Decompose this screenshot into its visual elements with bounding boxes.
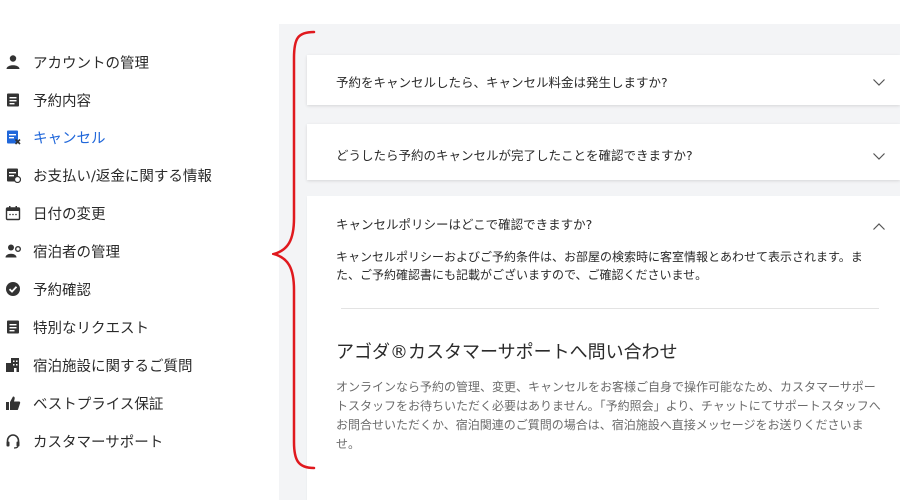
sidebar-item-label: ベストプライス保証	[33, 396, 164, 413]
sidebar-item-account[interactable]: アカウントの管理	[5, 47, 149, 77]
sidebar-item-customer-support[interactable]: カスタマーサポート	[5, 426, 163, 456]
person-icon	[5, 54, 21, 70]
building-icon	[5, 357, 21, 373]
sidebar-item-label: 予約確認	[33, 282, 91, 299]
sidebar-item-label: お支払い/返金に関する情報	[33, 168, 212, 185]
faq-question: 予約をキャンセルしたら、キャンセル料金は発生しますか?	[336, 75, 668, 90]
divider	[341, 308, 879, 309]
contact-heading: アゴダ®カスタマーサポートへ問い合わせ	[336, 342, 678, 363]
faq-item[interactable]: 予約をキャンセルしたら、キャンセル料金は発生しますか?	[307, 55, 900, 105]
contact-description: オンラインなら予約の管理、変更、キャンセルをお客様ご自身で操作可能なため、カスタ…	[336, 378, 886, 454]
sidebar: アカウントの管理 予約内容 キャンセル お支払い/返金に関する情報 日付の変更 …	[0, 0, 278, 500]
faq-answer: キャンセルポリシーおよびご予約条件は、お部屋の検索時に客室情報とあわせて表示され…	[336, 248, 871, 284]
contact-line: トスタッフをお待ちいただく必要はありません。「予約照会」より、チャットにてサポー…	[336, 399, 881, 413]
sidebar-item-best-price[interactable]: ベストプライス保証	[5, 388, 163, 418]
faq-panel: 予約をキャンセルしたら、キャンセル料金は発生しますか? どうしたら予約のキャンセ…	[279, 24, 900, 500]
calendar-icon	[5, 205, 21, 221]
faq-question: キャンセルポリシーはどこで確認できますか?	[336, 217, 593, 232]
faq-answer-line: た、ご予約確認書にも記載がございますので、ご確認くださいませ。	[336, 268, 708, 282]
sidebar-item-confirmation[interactable]: 予約確認	[5, 274, 91, 304]
sidebar-item-label: 予約内容	[33, 93, 91, 110]
payment-document-icon	[5, 167, 21, 183]
sidebar-item-payment[interactable]: お支払い/返金に関する情報	[5, 160, 212, 190]
sidebar-item-label: 宿泊施設に関するご質問	[33, 358, 193, 375]
sidebar-item-label: 特別なリクエスト	[33, 320, 149, 337]
contact-line: お問合せいただくか、宿泊関連のご質問の場合は、宿泊施設へ直接メッセージをお送りく…	[336, 418, 864, 432]
check-circle-icon	[5, 281, 21, 297]
sidebar-item-guests[interactable]: 宿泊者の管理	[5, 236, 120, 266]
sidebar-item-special-requests[interactable]: 特別なリクエスト	[5, 312, 149, 342]
chevron-down-icon[interactable]	[872, 74, 886, 88]
contact-line: オンラインなら予約の管理、変更、キャンセルをお客様ご自身で操作可能なため、カスタ…	[336, 380, 876, 394]
document-icon	[5, 92, 21, 108]
cancel-document-icon	[5, 129, 21, 145]
sidebar-item-label: キャンセル	[33, 130, 106, 147]
faq-item-expanded[interactable]: キャンセルポリシーはどこで確認できますか? キャンセルポリシーおよびご予約条件は…	[307, 196, 900, 500]
faq-question: どうしたら予約のキャンセルが完了したことを確認できますか?	[336, 148, 693, 163]
sidebar-item-label: カスタマーサポート	[33, 434, 164, 451]
contact-line: せ。	[336, 437, 361, 451]
guest-settings-icon	[5, 243, 21, 259]
thumbs-up-icon	[5, 395, 21, 411]
sidebar-item-change-dates[interactable]: 日付の変更	[5, 198, 106, 228]
sidebar-item-property-questions[interactable]: 宿泊施設に関するご質問	[5, 350, 193, 380]
faq-answer-line: キャンセルポリシーおよびご予約条件は、お部屋の検索時に客室情報とあわせて表示され…	[336, 250, 863, 264]
sidebar-item-label: アカウントの管理	[33, 55, 149, 72]
chevron-up-icon[interactable]	[872, 219, 886, 233]
sidebar-item-label: 日付の変更	[33, 206, 106, 223]
sidebar-item-label: 宿泊者の管理	[33, 244, 120, 261]
headset-icon	[5, 433, 21, 449]
sidebar-item-booking-details[interactable]: 予約内容	[5, 85, 91, 115]
faq-item[interactable]: どうしたら予約のキャンセルが完了したことを確認できますか?	[307, 124, 900, 180]
sidebar-item-cancel[interactable]: キャンセル	[5, 122, 106, 152]
document-icon	[5, 319, 21, 335]
chevron-down-icon[interactable]	[872, 148, 886, 162]
